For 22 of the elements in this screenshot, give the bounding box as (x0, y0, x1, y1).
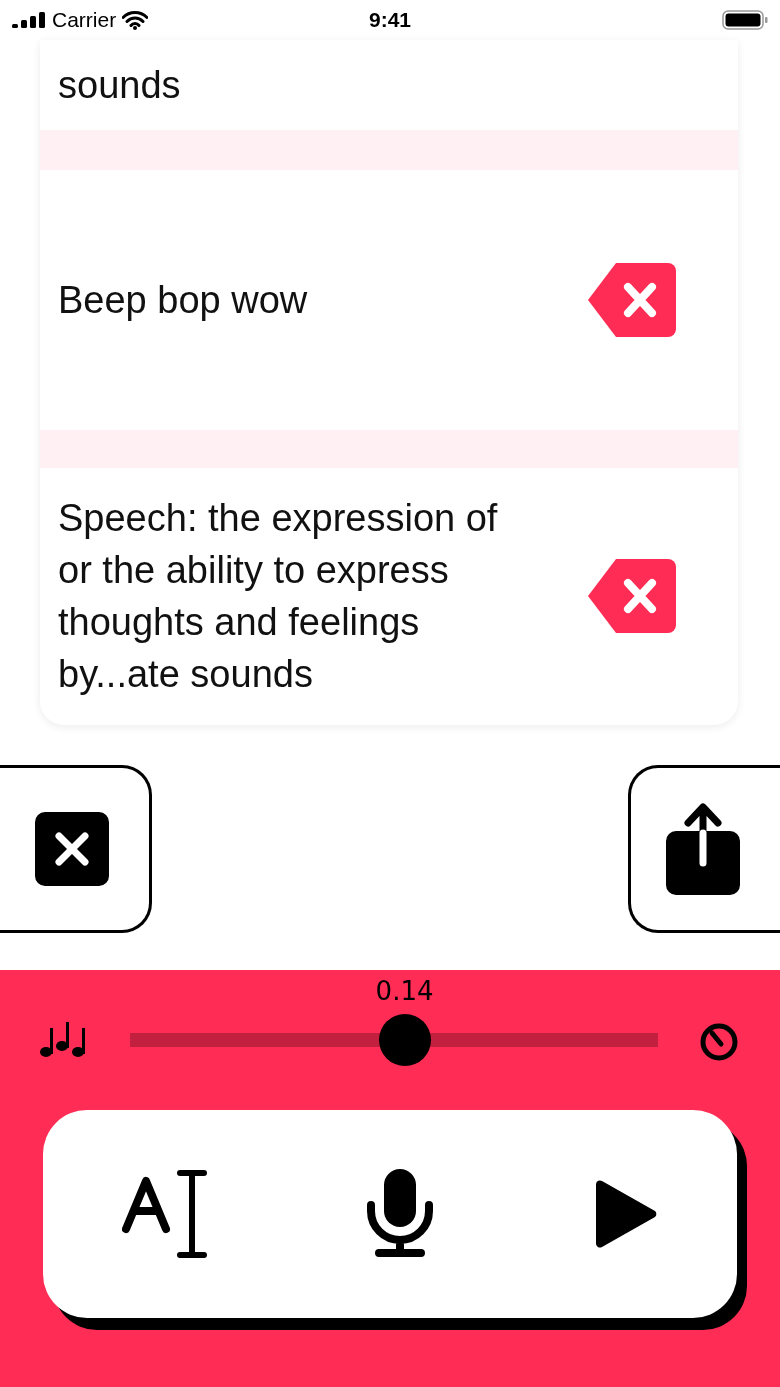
phrase-text: Beep bop wow (58, 278, 308, 323)
delete-button[interactable] (588, 263, 676, 337)
share-button[interactable] (628, 765, 780, 933)
speed-reading: 0.14 (375, 976, 434, 1006)
delete-icon (588, 558, 676, 633)
phrase-text: sounds (58, 63, 181, 108)
delete-button[interactable] (588, 558, 676, 633)
signal-icon (12, 12, 46, 28)
carrier-label: Carrier (52, 8, 117, 32)
record-button[interactable] (367, 1169, 433, 1259)
share-icon (665, 803, 740, 895)
text-input-button[interactable] (122, 1169, 209, 1259)
clear-button[interactable] (0, 765, 152, 933)
phrase-text: Speech: the expression of or the ability to express thoughts and feelings by...ate sounds (58, 495, 499, 697)
slider-thumb[interactable] (378, 1014, 431, 1066)
battery-icon (722, 10, 768, 30)
wifi-icon (122, 10, 149, 30)
clock-time: 9:41 (369, 8, 411, 32)
text-cursor-icon (122, 1169, 209, 1259)
microphone-icon (367, 1169, 433, 1259)
delete-icon (588, 263, 676, 337)
close-icon (34, 812, 109, 886)
